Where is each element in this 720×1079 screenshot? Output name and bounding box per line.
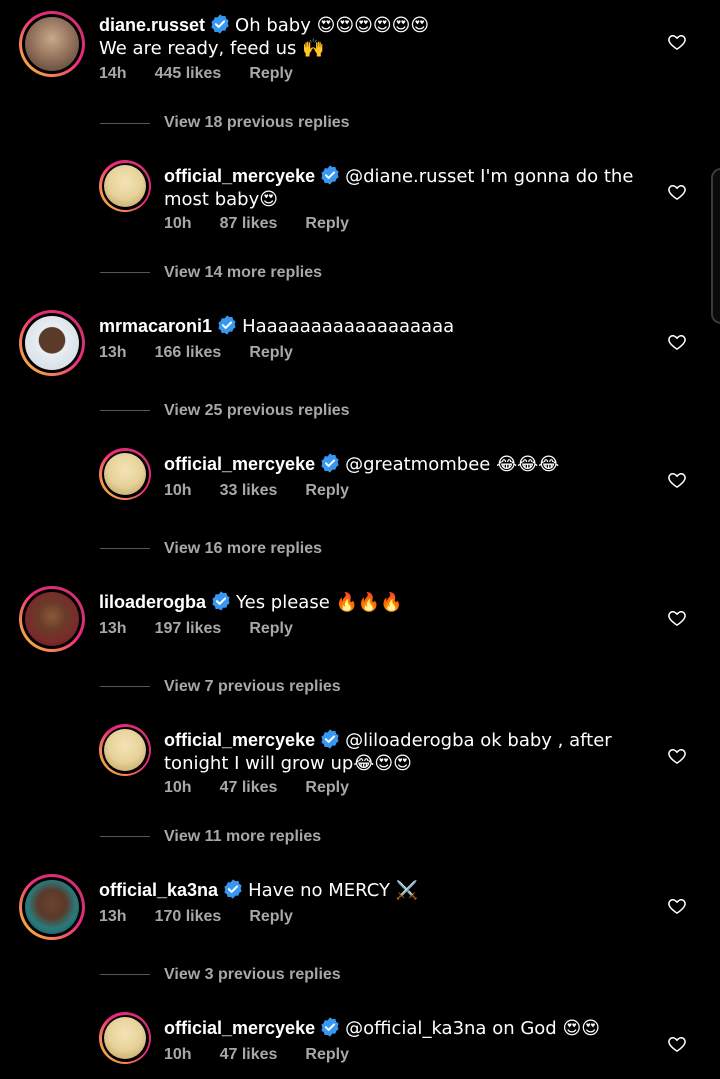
verified-badge-icon [321,165,339,185]
comment-text: liloaderogba Yes please 🔥🔥🔥 [99,590,659,614]
view-replies-link[interactable]: View 11 more replies [164,828,321,846]
reply-time: 10h [164,482,192,499]
verified-badge-icon [321,1017,339,1037]
heart-outline-icon[interactable] [667,182,687,202]
reply-body: @official_ka3na on God 😍😍 [345,1018,600,1039]
heart-outline-icon[interactable] [667,746,687,766]
verified-badge-icon [321,729,339,749]
comment-username[interactable]: mrmacaroni1 [99,316,212,336]
reply-button[interactable]: Reply [305,1046,349,1063]
reply-text: official_mercyeke @liloaderogba ok baby ,… [164,728,644,775]
view-replies-link[interactable]: View 3 previous replies [164,966,341,984]
view-replies-link[interactable]: View 18 previous replies [164,114,350,132]
heart-outline-icon[interactable] [667,608,687,628]
edge-panel-handle[interactable] [711,168,720,324]
reply-button[interactable]: Reply [249,65,293,82]
reply-likes[interactable]: 33 likes [220,482,278,499]
reply-username[interactable]: official_mercyeke [164,454,315,474]
reply-button[interactable]: Reply [305,215,349,232]
avatar[interactable] [19,310,85,376]
view-replies-link[interactable]: View 25 previous replies [164,402,350,420]
comment-likes[interactable]: 445 likes [155,65,222,82]
comment-username[interactable]: liloaderogba [99,592,206,612]
avatar[interactable] [99,160,151,212]
heart-outline-icon[interactable] [667,1034,687,1054]
reply-button[interactable]: Reply [249,908,293,925]
reply-time: 10h [164,779,192,796]
reply-meta: 10h 33 likes Reply [164,482,377,500]
comment-time: 13h [99,908,127,925]
heart-outline-icon[interactable] [667,332,687,352]
verified-badge-icon [321,453,339,473]
divider [100,974,150,975]
reply-meta: 10h 47 likes Reply [164,1046,377,1064]
heart-outline-icon[interactable] [667,470,687,490]
comment-body: Haaaaaaaaaaaaaaaaaa [242,316,455,337]
comment-time: 14h [99,65,127,82]
reply-button[interactable]: Reply [249,620,293,637]
comment-text: official_ka3na Have no MERCY ⚔️ [99,878,659,902]
reply-text: official_mercyeke @official_ka3na on God … [164,1016,644,1040]
verified-badge-icon [224,879,242,899]
comment-meta: 13h 166 likes Reply [99,344,321,362]
comments-thread: diane.russet Oh baby 😍😍😍😍😍😍 We are ready,… [0,0,720,1079]
avatar[interactable] [19,586,85,652]
avatar[interactable] [99,448,151,500]
comment-username[interactable]: diane.russet [99,15,205,35]
reply-button[interactable]: Reply [305,779,349,796]
reply-likes[interactable]: 87 likes [220,215,278,232]
comment-time: 13h [99,620,127,637]
view-replies-link[interactable]: View 14 more replies [164,264,322,282]
verified-badge-icon [212,591,230,611]
heart-outline-icon[interactable] [667,896,687,916]
reply-button[interactable]: Reply [249,344,293,361]
comment-likes[interactable]: 170 likes [155,908,222,925]
avatar[interactable] [99,724,151,776]
reply-likes[interactable]: 47 likes [220,779,278,796]
divider [100,123,150,124]
heart-outline-icon[interactable] [667,32,687,52]
divider [100,410,150,411]
avatar[interactable] [19,11,85,77]
reply-button[interactable]: Reply [305,482,349,499]
reply-text: official_mercyeke @diane.russet I'm gonna… [164,164,644,211]
view-replies-link[interactable]: View 16 more replies [164,540,322,558]
comment-likes[interactable]: 197 likes [155,620,222,637]
reply-username[interactable]: official_mercyeke [164,166,315,186]
divider [100,686,150,687]
divider [100,836,150,837]
comment-body: Have no MERCY ⚔️ [248,880,419,901]
divider [100,272,150,273]
comment-body: Oh baby 😍😍😍😍😍😍 [235,15,430,36]
verified-badge-icon [211,14,229,34]
comment-body-line2: We are ready, feed us 🙌 [99,38,325,59]
reply-time: 10h [164,1046,192,1063]
divider [100,548,150,549]
verified-badge-icon [218,315,236,335]
comment-text: mrmacaroni1 Haaaaaaaaaaaaaaaaaa [99,314,659,338]
comment-body: Yes please 🔥🔥🔥 [236,592,403,613]
reply-username[interactable]: official_mercyeke [164,730,315,750]
comment-time: 13h [99,344,127,361]
comment-likes[interactable]: 166 likes [155,344,222,361]
comment-username[interactable]: official_ka3na [99,880,218,900]
avatar[interactable] [99,1012,151,1064]
reply-text: official_mercyeke @greatmombee 😂😂😂 [164,452,644,476]
reply-meta: 10h 87 likes Reply [164,215,377,233]
reply-likes[interactable]: 47 likes [220,1046,278,1063]
comment-meta: 14h 445 likes Reply [99,65,321,83]
reply-time: 10h [164,215,192,232]
comment-meta: 13h 170 likes Reply [99,908,321,926]
avatar[interactable] [19,874,85,940]
reply-username[interactable]: official_mercyeke [164,1018,315,1038]
comment-meta: 13h 197 likes Reply [99,620,321,638]
reply-body: @greatmombee 😂😂😂 [345,454,560,475]
view-replies-link[interactable]: View 7 previous replies [164,678,341,696]
comment-text: diane.russet Oh baby 😍😍😍😍😍😍 We are ready,… [99,13,659,60]
reply-meta: 10h 47 likes Reply [164,779,377,797]
